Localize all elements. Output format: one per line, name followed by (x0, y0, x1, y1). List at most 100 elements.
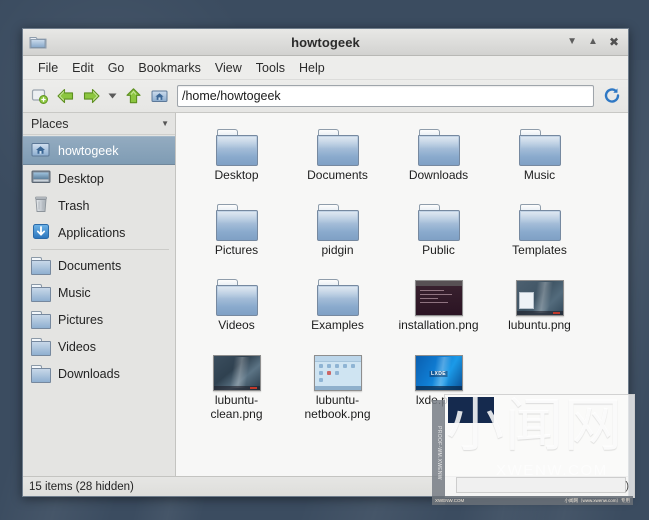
menu-item-file[interactable]: File (31, 59, 65, 77)
maximize-button[interactable]: ▲ (588, 37, 598, 47)
folder-icon (518, 129, 561, 166)
sidebar-item-label: Videos (58, 339, 96, 354)
file-item[interactable]: lubuntu-netbook.png (287, 346, 388, 421)
menu-item-view[interactable]: View (208, 59, 249, 77)
thumbnail (316, 274, 359, 316)
desktop-icon (31, 169, 51, 189)
sidebar-item-label: Downloads (58, 366, 120, 381)
file-name: Documents (307, 168, 368, 182)
file-name: Public (422, 243, 455, 257)
menu-item-bookmarks[interactable]: Bookmarks (131, 59, 208, 77)
status-text: 15 items (28 hidden) (29, 480, 134, 493)
thumbnail (313, 349, 362, 391)
file-item[interactable]: Pictures (186, 196, 287, 271)
menu-item-go[interactable]: Go (101, 59, 132, 77)
window-controls: ▼ ▲ ✖ (567, 36, 622, 48)
menu-item-edit[interactable]: Edit (65, 59, 101, 77)
file-name: Music (523, 168, 556, 182)
file-name: lubuntu-netbook.png (304, 393, 371, 421)
folder-icon (215, 204, 258, 241)
thumbnail (518, 199, 561, 241)
sidebar-item-label: Pictures (58, 312, 104, 327)
sidebar-item-label: Documents (58, 258, 122, 273)
file-grid: Desktop Documents Downloads Music Pictur… (176, 113, 628, 421)
places-header[interactable]: Places ▼ (23, 113, 175, 135)
folder-icon (215, 279, 258, 316)
close-button[interactable]: ✖ (609, 36, 619, 48)
file-item[interactable]: pidgin (287, 196, 388, 271)
menu-item-tools[interactable]: Tools (249, 59, 292, 77)
thumbnail (417, 124, 460, 166)
places-header-label: Places (31, 116, 69, 131)
sidebar-item-label: Music (58, 285, 91, 300)
folder-icon (316, 279, 359, 316)
sidebar-item-howtogeek[interactable]: howtogeek (23, 136, 175, 165)
sidebar-item-videos[interactable]: Videos (23, 333, 175, 360)
places-sidebar: Places ▼ howtogeek Desktop Trash Applica… (23, 113, 176, 476)
lxde-logo: LXDE (429, 370, 448, 377)
arrow-right-icon[interactable] (81, 86, 102, 107)
thumbnail (212, 349, 261, 391)
places-list: howtogeek Desktop Trash Applications Doc… (23, 135, 175, 476)
sidebar-item-music[interactable]: Music (23, 279, 175, 306)
arrow-left-icon[interactable] (55, 86, 76, 107)
sidebar-item-trash[interactable]: Trash (23, 192, 175, 219)
folder-icon (316, 204, 359, 241)
file-item[interactable]: LXDE lxde.png (388, 346, 489, 421)
image-thumbnail: LXDE (414, 355, 463, 391)
menubar: File Edit Go Bookmarks View Tools Help (23, 56, 628, 80)
thumbnail (316, 199, 359, 241)
arrow-up-icon[interactable] (123, 86, 144, 107)
chevron-down-icon[interactable]: ▼ (161, 119, 169, 128)
home-folder-icon[interactable] (149, 86, 170, 107)
file-name: Desktop (214, 168, 259, 182)
file-name: lxde.png (415, 393, 462, 407)
sidebar-item-applications[interactable]: Applications (23, 219, 175, 246)
file-item[interactable]: Documents (287, 121, 388, 196)
thumbnail (515, 274, 564, 316)
reload-icon[interactable] (601, 86, 622, 107)
watermark-footer: XWENW.COM 小闻网（www.xwenw.com）专用 (432, 496, 633, 505)
file-name: Pictures (214, 243, 259, 257)
file-item[interactable]: Downloads (388, 121, 489, 196)
chevron-down-icon[interactable] (107, 86, 118, 107)
sidebar-item-desktop[interactable]: Desktop (23, 165, 175, 192)
file-item[interactable]: Desktop (186, 121, 287, 196)
minimize-button[interactable]: ▼ (567, 37, 577, 47)
file-item[interactable]: installation.png (388, 271, 489, 346)
menu-item-help[interactable]: Help (292, 59, 332, 77)
folder-icon (316, 129, 359, 166)
file-manager-window: howtogeek ▼ ▲ ✖ File Edit Go Bookmarks V… (22, 28, 629, 497)
file-icon-view[interactable]: Desktop Documents Downloads Music Pictur… (176, 113, 628, 476)
sidebar-item-label: Desktop (58, 171, 104, 186)
folder-icon (518, 204, 561, 241)
path-input[interactable]: /home/howtogeek (177, 85, 594, 107)
watermark-footer-right: 小闻网（www.xwenw.com）专用 (564, 497, 630, 503)
file-name: Examples (311, 318, 364, 332)
file-item[interactable]: Public (388, 196, 489, 271)
thumbnail (215, 274, 258, 316)
image-thumbnail (515, 280, 564, 316)
folder-icon (215, 129, 258, 166)
thumbnail: LXDE (414, 349, 463, 391)
thumbnail (414, 274, 463, 316)
folder-icon (31, 284, 51, 302)
file-item[interactable]: Music (489, 121, 590, 196)
watermark-footer-left: XWENW.COM (435, 498, 465, 503)
new-tab-icon[interactable] (29, 86, 50, 107)
folder-icon (31, 338, 51, 356)
file-name: pidgin (321, 243, 354, 257)
file-item[interactable]: lubuntu-clean.png (186, 346, 287, 421)
applications-icon (31, 223, 51, 243)
sidebar-item-pictures[interactable]: Pictures (23, 306, 175, 333)
folder-icon (31, 365, 51, 383)
thumbnail (215, 124, 258, 166)
file-item[interactable]: Examples (287, 271, 388, 346)
file-item[interactable]: lubuntu.png (489, 271, 590, 346)
sidebar-item-documents[interactable]: Documents (23, 252, 175, 279)
sidebar-item-downloads[interactable]: Downloads (23, 360, 175, 387)
thumbnail (316, 124, 359, 166)
titlebar[interactable]: howtogeek ▼ ▲ ✖ (23, 29, 628, 56)
file-item[interactable]: Videos (186, 271, 287, 346)
file-item[interactable]: Templates (489, 196, 590, 271)
